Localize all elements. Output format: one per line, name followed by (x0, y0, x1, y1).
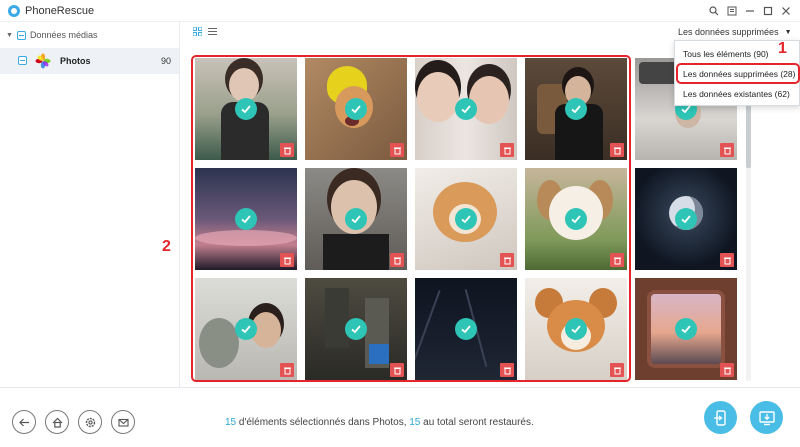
caret-down-icon[interactable]: ▼ (6, 32, 13, 39)
photo-thumbnail[interactable] (635, 168, 737, 270)
menu-item-deleted[interactable]: Les données supprimées (28) (675, 64, 799, 84)
sidebar: ▼ Données médias Photos 90 (0, 22, 180, 387)
settings-button[interactable] (78, 410, 102, 434)
selected-check-icon (675, 208, 697, 230)
chevron-down-icon: ▼ (784, 28, 792, 36)
deleted-trash-icon (390, 253, 404, 267)
photo-thumbnail[interactable] (195, 58, 297, 160)
back-button[interactable] (12, 410, 36, 434)
view-toggle (193, 27, 217, 36)
maximize-icon[interactable] (760, 3, 776, 19)
mail-icon (117, 418, 129, 427)
photo-thumbnail[interactable] (305, 168, 407, 270)
photo-thumbnail[interactable] (305, 278, 407, 380)
settings-icon (85, 417, 95, 427)
photo-grid (195, 58, 741, 383)
deleted-trash-icon (610, 363, 624, 377)
deleted-trash-icon (720, 363, 734, 377)
app-logo-icon (8, 5, 20, 17)
filter-select[interactable]: Les données supprimées ▼ (678, 27, 792, 37)
grid-view-icon[interactable] (193, 27, 202, 36)
tree-root-media[interactable]: ▼ Données médias (6, 28, 97, 42)
deleted-trash-icon (500, 253, 514, 267)
app-title: PhoneRescue (25, 5, 95, 17)
close-icon[interactable] (778, 3, 794, 19)
list-view-icon[interactable] (208, 27, 217, 36)
home-button[interactable] (45, 410, 69, 434)
deleted-trash-icon (280, 143, 294, 157)
to-device-icon (713, 409, 726, 426)
deleted-trash-icon (500, 363, 514, 377)
selected-check-icon (345, 208, 367, 230)
photo-thumbnail[interactable] (525, 278, 627, 380)
home-icon (52, 417, 62, 428)
to-computer-icon (758, 410, 775, 425)
selected-check-icon (565, 208, 587, 230)
deleted-trash-icon (610, 253, 624, 267)
selected-check-icon (455, 318, 477, 340)
selected-check-icon (235, 98, 257, 120)
deleted-trash-icon (390, 143, 404, 157)
selected-check-icon (235, 318, 257, 340)
sidebar-item-count: 90 (160, 56, 171, 66)
deleted-trash-icon (280, 253, 294, 267)
window-controls (706, 3, 794, 19)
minimize-icon[interactable] (742, 3, 758, 19)
photo-thumbnail[interactable] (415, 168, 517, 270)
deleted-trash-icon (610, 143, 624, 157)
photo-thumbnail[interactable] (415, 278, 517, 380)
tree-root-label: Données médias (29, 30, 98, 40)
selected-check-icon (455, 98, 477, 120)
deleted-trash-icon (390, 363, 404, 377)
photo-thumbnail[interactable] (525, 58, 627, 160)
photos-app-icon (35, 53, 51, 69)
photo-thumbnail[interactable] (415, 58, 517, 160)
recover-to-computer-button[interactable] (750, 401, 783, 434)
back-icon (18, 418, 29, 426)
mail-button[interactable] (111, 410, 135, 434)
selected-check-icon (675, 318, 697, 340)
selected-check-icon (235, 208, 257, 230)
photo-thumbnail[interactable] (525, 168, 627, 270)
deleted-trash-icon (280, 363, 294, 377)
selected-check-icon (455, 208, 477, 230)
photo-thumbnail[interactable] (195, 278, 297, 380)
media-checkbox[interactable] (16, 30, 26, 40)
photos-checkbox[interactable] (18, 56, 27, 65)
menu-icon[interactable] (724, 3, 740, 19)
selected-count: 15 (225, 417, 237, 428)
selected-check-icon (565, 318, 587, 340)
photo-thumbnail[interactable] (305, 58, 407, 160)
sidebar-item-photos[interactable]: Photos 90 (0, 48, 179, 74)
annotation-marker-1: 1 (778, 40, 787, 57)
deleted-trash-icon (500, 143, 514, 157)
photo-thumbnail[interactable] (635, 278, 737, 380)
search-icon[interactable] (706, 3, 722, 19)
photo-thumbnail[interactable] (195, 168, 297, 270)
sidebar-item-label: Photos (60, 56, 91, 66)
status-text-middle: d'éléments sélectionnés dans Photos, (236, 417, 410, 428)
selected-check-icon (345, 98, 367, 120)
selection-status: 15 d'éléments sélectionnés dans Photos, … (225, 417, 534, 428)
bottom-bar: 15 d'éléments sélectionnés dans Photos, … (0, 387, 800, 447)
deleted-trash-icon (720, 253, 734, 267)
selected-check-icon (345, 318, 367, 340)
recover-to-device-button[interactable] (704, 401, 737, 434)
menu-item-existing[interactable]: Les données existantes (62) (675, 84, 799, 104)
selected-check-icon (565, 98, 587, 120)
grid-scrollbar[interactable] (746, 58, 751, 381)
status-text-end: au total seront restaurés. (420, 417, 534, 428)
filter-selected-label: Les données supprimées (678, 27, 779, 37)
deleted-trash-icon (720, 143, 734, 157)
total-count: 15 (409, 417, 421, 428)
title-bar: PhoneRescue (0, 0, 800, 22)
annotation-marker-2: 2 (162, 238, 171, 255)
